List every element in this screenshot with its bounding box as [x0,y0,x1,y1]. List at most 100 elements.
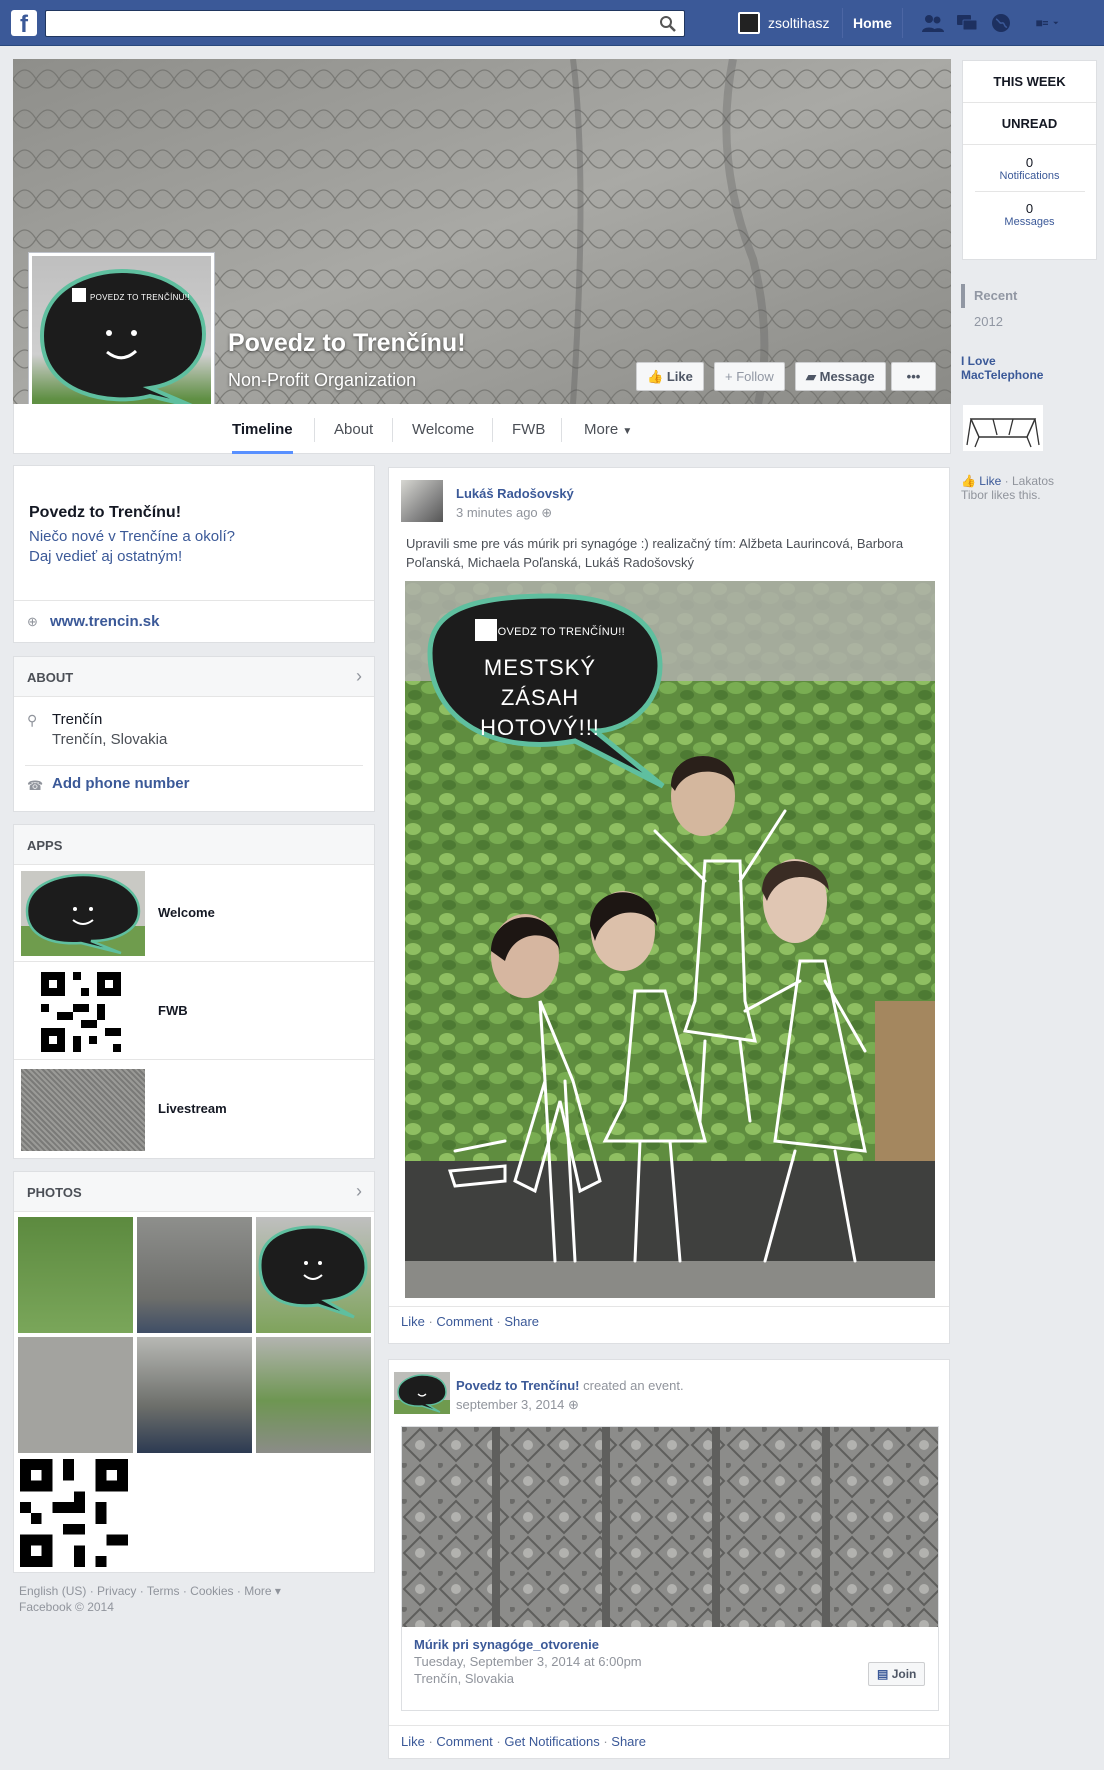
follow-button[interactable]: + Follow [714,362,785,391]
post-share-link[interactable]: Share [504,1314,539,1329]
friend-requests-icon[interactable] [920,12,946,34]
ad-image[interactable] [963,405,1043,451]
tab-timeline[interactable]: Timeline [232,404,293,454]
ad-title[interactable]: I Love MacTelephone [961,354,1071,382]
chevron-down-icon: ▼ [622,426,633,437]
globe-icon: ⊕ [568,1397,579,1412]
messages-link[interactable]: Messages [963,216,1096,228]
event-post-action-text: created an event. [583,1378,684,1393]
event-share-link[interactable]: Share [611,1734,646,1749]
tab-more[interactable]: More ▼ [584,404,632,454]
ad-like-link[interactable]: Like [979,474,1001,488]
apps-card: APPS Welcome FWB Livestream [13,824,375,1159]
add-phone-link[interactable]: Add phone number [52,775,190,792]
photos-header[interactable]: PHOTOS › [14,1172,374,1212]
footer-link-terms[interactable]: Terms [147,1584,180,1598]
footer-link-language[interactable]: English (US) [19,1584,86,1598]
qr-code-photo[interactable] [20,1459,128,1567]
tab-welcome[interactable]: Welcome [412,404,474,454]
bubble-headline: MESTSKÝ ZÁSAH HOTOVÝ!!! [460,653,620,743]
website-link[interactable]: www.trencin.sk [50,613,159,630]
post-card: Lukáš Radošovský 3 minutes ago ⊕ Upravil… [388,467,950,1344]
facebook-logo[interactable]: f [11,10,37,36]
footer-link-more[interactable]: More [244,1584,271,1598]
event-post-author-link[interactable]: Povedz to Trenčínu! [456,1378,580,1393]
photo-thumbnail[interactable] [256,1217,371,1333]
intro-card: Povedz to Trenčínu! Niečo nové v Trenčín… [13,465,375,643]
event-post-header: Povedz to Trenčínu! created an event. [456,1378,684,1393]
user-avatar[interactable] [738,12,760,34]
app-item-fwb[interactable]: FWB [14,963,374,1060]
messages-count: 0 [1025,201,1034,216]
chevron-right-icon: › [356,666,362,686]
search-icon[interactable] [658,14,678,34]
event-cover-image [402,1427,938,1627]
post-like-link[interactable]: Like [401,1314,425,1329]
post-time-text: 3 minutes ago [456,505,538,520]
top-navigation-bar: f zsoltihasz Home [0,0,1104,46]
page-tab-bar: Timeline About Welcome FWB More ▼ [13,404,951,454]
event-post-card: Povedz to Trenčínu! created an event. se… [388,1359,950,1759]
timeline-scrubber-marker [961,284,965,308]
unread-tab[interactable]: UNREAD [963,103,1096,145]
intro-line-1: Niečo nové v Trenčíne a okolí? [29,528,235,545]
app-item-livestream[interactable]: Livestream [14,1061,374,1158]
apps-heading: APPS [27,838,63,853]
livestream-app-thumbnail [21,1069,145,1151]
event-like-link[interactable]: Like [401,1734,425,1749]
about-heading: ABOUT [27,670,74,685]
photo-thumbnail[interactable] [18,1337,133,1453]
notifications-icon[interactable] [988,12,1014,34]
message-button[interactable]: ▰ Message [795,362,886,391]
search-input[interactable] [45,10,685,37]
plus-icon: + [725,369,733,384]
app-label-welcome: Welcome [158,905,215,920]
footer-link-cookies[interactable]: Cookies [190,1584,233,1598]
page-avatar[interactable] [394,1372,450,1414]
author-avatar[interactable] [401,480,443,522]
notifications-link[interactable]: Notifications [963,170,1096,182]
this-week-tab[interactable]: THIS WEEK [963,61,1096,103]
photo-thumbnail[interactable] [137,1217,252,1333]
message-icon: ▰ [806,369,816,384]
account-menu-icon[interactable] [1035,12,1061,34]
about-city[interactable]: Trenčín [52,711,102,728]
event-comment-link[interactable]: Comment [436,1734,492,1749]
like-label: Like [666,369,693,384]
messages-icon[interactable] [954,12,980,34]
tab-fwb[interactable]: FWB [512,404,545,454]
like-icon: 👍 [961,474,976,488]
globe-icon: ⊕ [27,614,38,629]
phone-icon: ☎ [27,778,44,793]
about-header[interactable]: ABOUT › [14,657,374,697]
tab-more-label: More [584,421,619,438]
qr-code-icon [41,972,121,1052]
event-attachment[interactable]: Múrik pri synagóge_otvorenie Tuesday, Se… [401,1426,939,1711]
tab-about[interactable]: About [334,404,373,454]
more-options-button[interactable]: ••• [891,362,936,391]
event-title-link[interactable]: Múrik pri synagóge_otvorenie [414,1637,599,1652]
chevron-right-icon: › [356,1181,362,1201]
photo-thumbnail[interactable] [256,1337,371,1453]
event-post-actions: Like · Comment · Get Notifications · Sha… [401,1734,646,1749]
event-get-notifications-link[interactable]: Get Notifications [504,1734,599,1749]
page-title[interactable]: Povedz to Trenčínu! [228,329,466,358]
footer-link-privacy[interactable]: Privacy [97,1584,136,1598]
user-name-link[interactable]: zsoltihasz [768,15,829,31]
post-author-link[interactable]: Lukáš Radošovský [456,486,574,501]
message-label: Message [819,369,875,384]
post-comment-link[interactable]: Comment [436,1314,492,1329]
photo-thumbnail[interactable] [18,1217,133,1333]
home-link[interactable]: Home [842,8,903,38]
photo-thumbnail[interactable] [137,1337,252,1453]
app-item-welcome[interactable]: Welcome [14,865,374,962]
join-event-button[interactable]: ▤ Join [868,1662,926,1686]
like-page-button[interactable]: 👍 Like [636,362,704,391]
scrubber-year-2012[interactable]: 2012 [974,314,1003,329]
post-photo[interactable]: POVEDZ TO TRENČÍNU!! MESTSKÝ ZÁSAH HOTOV… [405,581,935,1298]
event-post-timestamp[interactable]: september 3, 2014 ⊕ [456,1397,579,1413]
location-pin-icon: ⚲ [27,712,38,728]
scrubber-recent[interactable]: Recent [974,288,1017,303]
post-timestamp[interactable]: 3 minutes ago ⊕ [456,505,552,521]
bubble-small-text: POVEDZ TO TRENČÍNU!! [490,626,625,638]
